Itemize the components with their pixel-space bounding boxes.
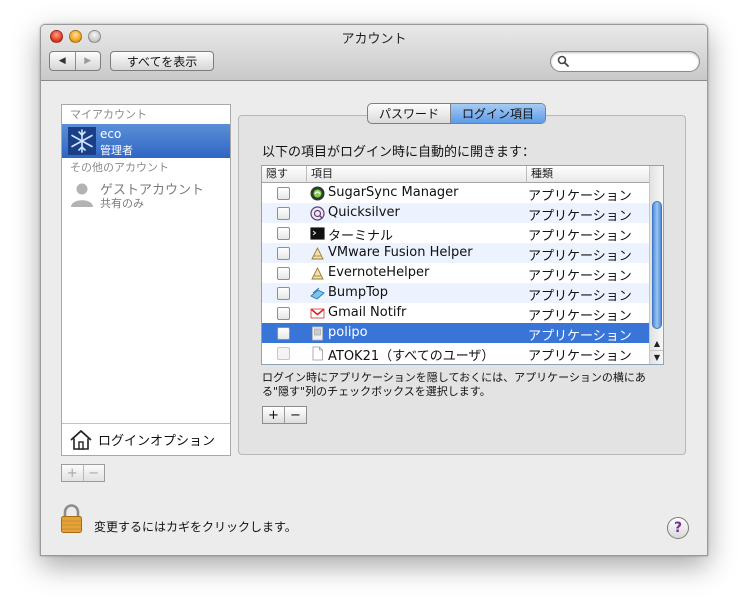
table-header: 隠す 項目 種類 xyxy=(262,166,650,183)
column-header-hide[interactable]: 隠す xyxy=(262,166,306,183)
login-options-button[interactable]: ログインオプション xyxy=(62,423,230,455)
quicksilver-icon xyxy=(310,206,325,221)
window-title: アカウント xyxy=(341,32,407,47)
app-kind: アプリケーション xyxy=(528,229,632,244)
tab-bar: パスワード ログイン項目 xyxy=(367,103,547,124)
app-generic-icon xyxy=(311,246,324,260)
house-icon xyxy=(70,429,92,450)
hide-checkbox[interactable] xyxy=(277,327,290,340)
tab-password[interactable]: パスワード xyxy=(368,104,450,123)
table-row[interactable]: EvernoteHelper アプリケーション xyxy=(262,263,650,284)
table-row[interactable]: ターミナル アプリケーション xyxy=(262,223,650,244)
scroll-down-arrow-icon[interactable]: ▼ xyxy=(650,350,663,364)
hide-checkbox[interactable] xyxy=(277,207,290,220)
app-name: ATOK21（すべてのユーザ） xyxy=(328,349,495,364)
scroll-up-arrow-icon[interactable]: ▲ xyxy=(650,336,663,350)
account-item-guest[interactable]: ゲストアカウント 共有のみ xyxy=(62,177,230,211)
table-row[interactable]: SugarSync Manager アプリケーション xyxy=(262,183,650,204)
account-name: eco xyxy=(100,127,122,141)
table-row[interactable]: VMware Fusion Helper アプリケーション xyxy=(262,243,650,264)
login-options-label: ログインオプション xyxy=(98,434,216,449)
document-icon xyxy=(312,326,323,341)
app-kind: アプリケーション xyxy=(528,289,632,304)
tab-login-items[interactable]: ログイン項目 xyxy=(450,104,546,123)
hide-checkbox[interactable] xyxy=(277,227,290,240)
app-kind: アプリケーション xyxy=(528,209,632,224)
table-row[interactable]: ATOK21（すべてのユーザ） アプリケーション xyxy=(262,343,650,364)
person-silhouette-icon xyxy=(71,183,93,207)
table-row[interactable]: polipo アプリケーション xyxy=(262,323,650,344)
sugarsync-icon xyxy=(310,186,325,201)
app-kind: アプリケーション xyxy=(528,269,632,284)
title-bar: アカウント ◀ ▶ すべてを表示 xyxy=(41,25,707,81)
app-name: Gmail Notifr xyxy=(328,305,407,320)
app-name: ターミナル xyxy=(328,229,394,244)
help-button[interactable]: ? xyxy=(667,517,689,539)
account-role: 管理者 xyxy=(100,144,133,157)
bumptop-icon xyxy=(310,287,325,300)
app-name: SugarSync Manager xyxy=(328,185,459,200)
search-field[interactable] xyxy=(550,51,700,72)
account-add-remove: + − xyxy=(61,464,105,482)
table-rows: SugarSync Manager アプリケーション Quicksilver ア… xyxy=(262,183,650,364)
app-kind: アプリケーション xyxy=(528,329,632,344)
app-name: polipo xyxy=(328,325,368,340)
back-button[interactable]: ◀ xyxy=(50,52,75,70)
column-header-kind[interactable]: 種類 xyxy=(526,166,650,183)
accounts-list: マイアカウント eco 管理者 その他のアカウント ゲストアカウント 共有のみ … xyxy=(61,104,231,456)
show-all-button[interactable]: すべてを表示 xyxy=(110,51,214,71)
app-name: EvernoteHelper xyxy=(328,265,430,280)
account-item-eco[interactable]: eco 管理者 xyxy=(62,124,230,158)
login-item-add-remove: + − xyxy=(262,406,307,424)
other-accounts-header: その他のアカウント xyxy=(70,161,169,174)
forward-button[interactable]: ▶ xyxy=(74,52,101,70)
add-account-button[interactable]: + xyxy=(62,465,83,481)
app-kind: アプリケーション xyxy=(528,249,632,264)
account-role: 共有のみ xyxy=(100,197,144,210)
lock-icon[interactable] xyxy=(60,504,83,534)
app-name: VMware Fusion Helper xyxy=(328,245,473,260)
hide-checkbox[interactable] xyxy=(277,247,290,260)
hide-checkbox[interactable] xyxy=(277,307,290,320)
hide-checkbox[interactable] xyxy=(277,187,290,200)
remove-login-item-button[interactable]: − xyxy=(284,407,306,423)
lock-instruction: 変更するにはカギをクリックします。 xyxy=(94,520,297,534)
login-items-instruction: 以下の項目がログイン時に自動的に開きます： xyxy=(262,145,536,160)
add-login-item-button[interactable]: + xyxy=(263,407,284,423)
hide-checkbox[interactable] xyxy=(277,267,290,280)
login-items-table: 隠す 項目 種類 SugarSync Manager アプリケーション Quic… xyxy=(261,165,664,365)
app-kind: アプリケーション xyxy=(528,309,632,324)
scrollbar-thumb[interactable] xyxy=(652,201,662,329)
back-forward-control: ◀ ▶ xyxy=(49,51,101,71)
table-row[interactable]: BumpTop アプリケーション xyxy=(262,283,650,304)
vertical-scrollbar[interactable]: ▲ ▼ xyxy=(649,166,663,364)
column-header-item[interactable]: 項目 xyxy=(306,166,526,183)
snowflake-avatar-icon xyxy=(68,127,96,155)
app-kind: アプリケーション xyxy=(528,189,632,204)
table-row[interactable]: Gmail Notifr アプリケーション xyxy=(262,303,650,324)
hide-hint-text: ログイン時にアプリケーションを隠しておくには、アプリケーションの横にある"隠す"… xyxy=(262,371,646,398)
search-icon xyxy=(557,55,569,67)
remove-account-button[interactable]: − xyxy=(82,465,105,481)
gmail-icon xyxy=(310,308,325,319)
hide-checkbox[interactable] xyxy=(277,347,290,360)
table-row[interactable]: Quicksilver アプリケーション xyxy=(262,203,650,224)
app-kind: アプリケーション xyxy=(528,349,632,364)
app-generic-icon xyxy=(311,266,324,280)
search-input[interactable] xyxy=(573,54,693,69)
my-account-header: マイアカウント xyxy=(70,108,147,121)
terminal-icon xyxy=(310,227,325,240)
hide-checkbox[interactable] xyxy=(277,287,290,300)
app-name: BumpTop xyxy=(328,285,389,300)
app-name: Quicksilver xyxy=(328,205,400,220)
document-icon xyxy=(312,346,323,361)
preferences-window: アカウント ◀ ▶ すべてを表示 マイアカウント eco 管理者 その他のアカウ… xyxy=(40,24,708,556)
